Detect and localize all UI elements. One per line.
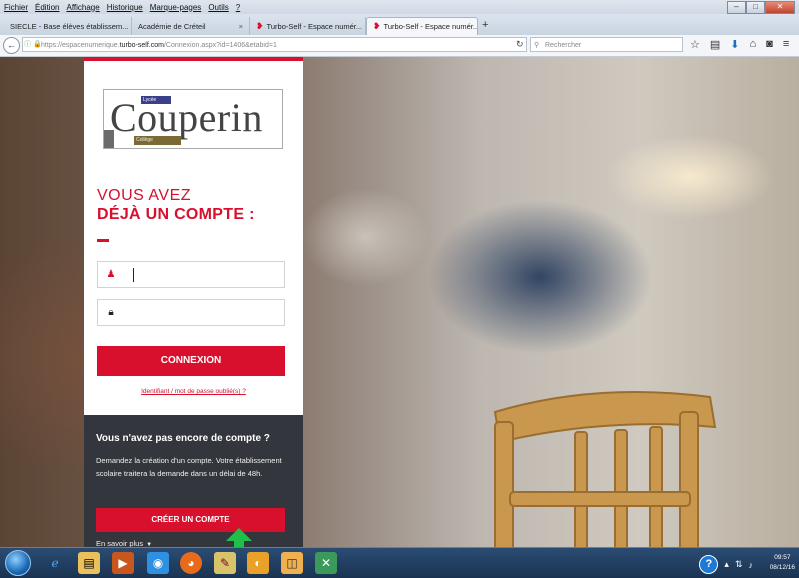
- login-button[interactable]: CONNEXION: [97, 346, 285, 376]
- password-input[interactable]: [126, 303, 280, 323]
- start-button[interactable]: [5, 550, 31, 576]
- menu-affichage[interactable]: Affichage: [66, 3, 99, 12]
- school-logo: Couperin Lycée Collège: [103, 89, 283, 149]
- reload-icon[interactable]: ↻: [516, 39, 524, 50]
- logo-college: Collège: [134, 136, 181, 145]
- close-window-button[interactable]: ✕: [765, 1, 795, 14]
- tab-turbo-self-active[interactable]: ❥ Turbo-Self - Espace numér... ×: [366, 17, 478, 35]
- reading-list-icon[interactable]: ▤: [710, 38, 720, 51]
- logo-lycee: Lycée: [141, 96, 171, 104]
- username-field[interactable]: ♟: [97, 261, 285, 288]
- clock-time: 09:57: [774, 554, 791, 561]
- menu-help[interactable]: ?: [236, 3, 240, 12]
- accent-strip: [84, 57, 303, 61]
- url-bar[interactable]: https://espacenumerique.turbo-self.com/C…: [22, 37, 527, 52]
- tab-label: Académie de Créteil: [138, 21, 206, 31]
- logo-name: Couperin: [110, 95, 263, 140]
- turbo-self-icon: ❥: [256, 20, 264, 31]
- hamburger-menu-icon[interactable]: ≡: [783, 38, 789, 51]
- close-tab-icon[interactable]: ×: [235, 22, 243, 31]
- menu-historique[interactable]: Historique: [107, 3, 143, 12]
- new-tab-button[interactable]: +: [482, 19, 488, 31]
- menu-outils[interactable]: Outils: [208, 3, 228, 12]
- firefox-icon[interactable]: ◕: [180, 552, 202, 574]
- search-icon: ⚲: [534, 42, 540, 49]
- tab-label: SIECLE - Base élèves établissem...: [10, 21, 129, 31]
- login-panel: Couperin Lycée Collège VOUS AVEZ DÉJÀ UN…: [84, 57, 303, 548]
- system-tray: ? ▴ ⇅ ♪: [699, 555, 753, 574]
- app-icon-blue[interactable]: ◉: [147, 552, 169, 574]
- url-domain: turbo-self.com: [119, 42, 164, 49]
- turbo-self-icon: ❥: [373, 21, 381, 31]
- excel-icon[interactable]: ✕: [315, 552, 337, 574]
- help-icon[interactable]: ?: [699, 555, 719, 574]
- pocket-icon[interactable]: ◙: [766, 38, 773, 51]
- minimize-button[interactable]: ‒: [727, 1, 746, 14]
- tray-arrow-icon[interactable]: ▴: [724, 559, 729, 570]
- create-account-button[interactable]: CRÉER UN COMPTE: [96, 508, 285, 532]
- menu-fichier[interactable]: Fichier: [4, 3, 28, 12]
- maximize-button[interactable]: □: [746, 1, 765, 14]
- url-prefix: https://espacenumerique.: [41, 42, 120, 49]
- search-input[interactable]: ⚲ Rechercher: [530, 37, 683, 52]
- username-input[interactable]: [126, 265, 280, 285]
- user-icon: ♟: [106, 269, 116, 280]
- download-icon[interactable]: ⬇: [730, 38, 739, 51]
- app-icon-orange[interactable]: ◐: [247, 552, 269, 574]
- toolbar-icons: ☆ ▤ ⬇ ⌂ ◙ ≡: [690, 38, 789, 51]
- bookmark-star-icon[interactable]: ☆: [690, 38, 700, 51]
- media-player-icon[interactable]: ▶: [112, 552, 134, 574]
- menu-edition[interactable]: Édition: [35, 3, 59, 12]
- url-path: /Connexion.aspx?id=1406&etabid=1: [163, 42, 277, 49]
- signup-title: Vous n'avez pas encore de compte ?: [96, 433, 270, 444]
- tab-siecle[interactable]: SIECLE - Base élèves établissem... ×: [4, 17, 132, 35]
- window-controls: ‒ □ ✕: [727, 1, 795, 14]
- menu-marque-pages[interactable]: Marque-pages: [150, 3, 202, 12]
- password-field[interactable]: 🔒︎: [97, 299, 285, 326]
- explorer-icon[interactable]: ▤: [78, 552, 100, 574]
- volume-icon[interactable]: ♪: [749, 560, 754, 570]
- login-heading-line1: VOUS AVEZ: [97, 187, 192, 204]
- paint-icon[interactable]: ✎: [214, 552, 236, 574]
- tab-academie[interactable]: Académie de Créteil ×: [132, 17, 250, 35]
- chair-image: [493, 391, 717, 547]
- menu-bar: Fichier Édition Affichage Historique Mar…: [0, 0, 799, 14]
- search-placeholder: Rechercher: [545, 42, 582, 49]
- lock-icon: 🔒︎: [108, 307, 114, 318]
- tab-label: Turbo-Self - Espace numér...: [383, 22, 478, 31]
- back-button[interactable]: ←: [3, 37, 20, 54]
- powerpoint-icon[interactable]: ◫: [281, 552, 303, 574]
- tab-label: Turbo-Self - Espace numér...: [266, 21, 363, 31]
- signup-description: Demandez la création d'un compte. Votre …: [96, 456, 282, 478]
- clock-date: 08/12/16: [769, 564, 795, 571]
- heading-dash: [97, 239, 109, 242]
- windows-taskbar: ℯ ▤ ▶ ◉ ◕ ✎ ◐ ◫ ✕ ? ▴ ⇅ ♪ 09:57 08/12/16: [0, 547, 799, 578]
- signup-section: Vous n'avez pas encore de compte ? Deman…: [84, 415, 303, 548]
- network-icon[interactable]: ⇅: [735, 559, 743, 570]
- navigation-bar: ← https://espacenumerique.turbo-self.com…: [0, 35, 799, 57]
- clock[interactable]: 09:57 08/12/16: [770, 553, 795, 573]
- forgot-password-link[interactable]: Identifiant / mot de passe oublié(s) ?: [84, 388, 303, 395]
- lock-icon: ⓘ 🔒: [24, 41, 42, 48]
- tab-turbo-self-1[interactable]: ❥ Turbo-Self - Espace numér... ×: [250, 17, 366, 35]
- login-heading-line2: DÉJÀ UN COMPTE :: [97, 206, 255, 223]
- tab-bar: SIECLE - Base élèves établissem... × Aca…: [0, 14, 799, 35]
- home-icon[interactable]: ⌂: [750, 38, 757, 51]
- ie-icon[interactable]: ℯ: [44, 552, 66, 574]
